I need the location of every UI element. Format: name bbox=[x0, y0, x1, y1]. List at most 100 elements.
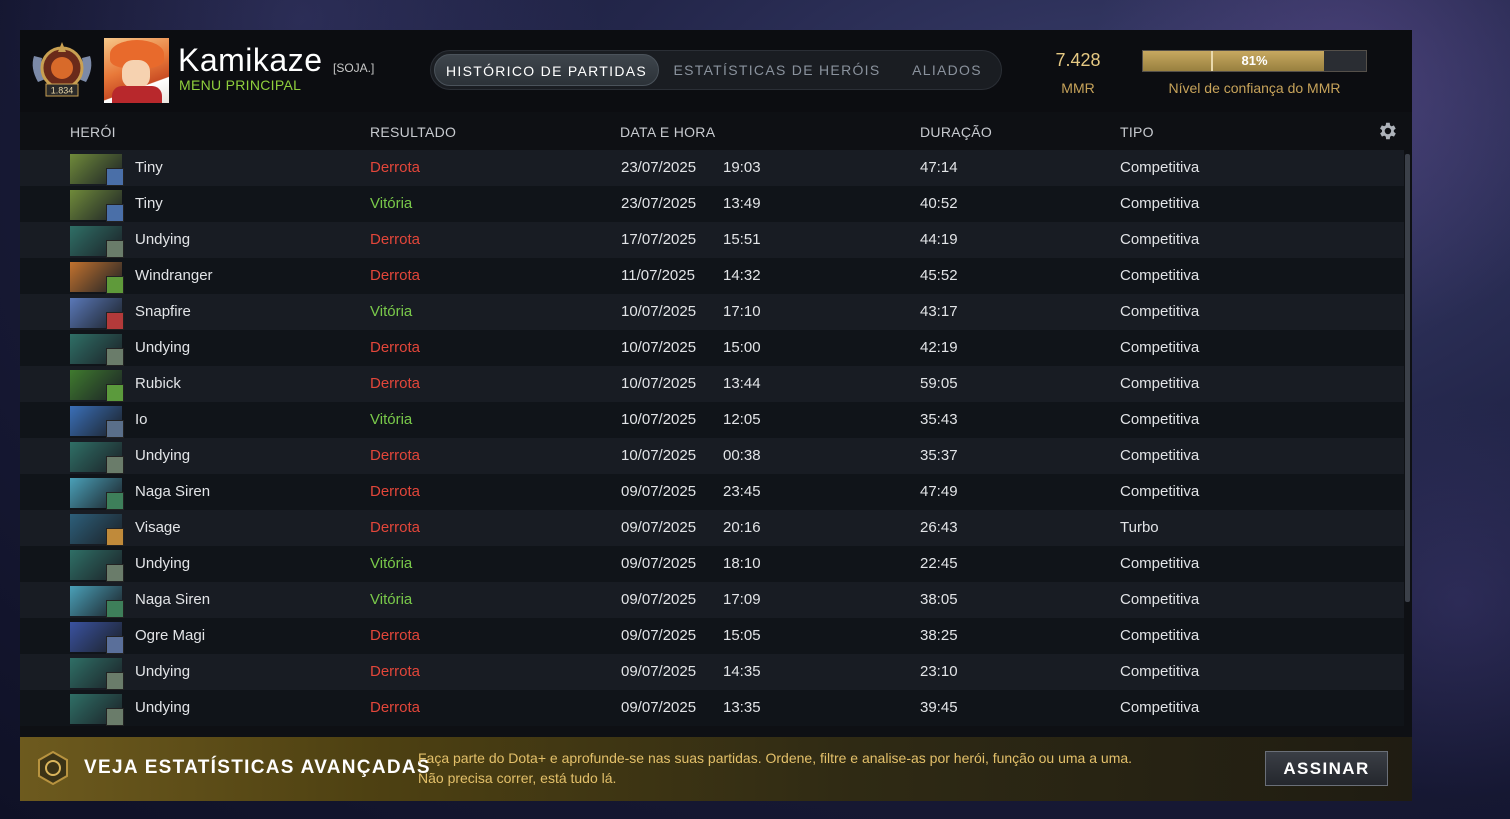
hero-portrait bbox=[70, 550, 124, 582]
tab-hero-stats[interactable]: ESTATÍSTICAS DE HERÓIS bbox=[671, 54, 883, 86]
hero-role-icon bbox=[106, 600, 124, 618]
match-row[interactable]: Undying Vitória 09/07/2025 18:10 22:45 Compet… bbox=[20, 546, 1404, 582]
match-time: 12:05 bbox=[723, 411, 761, 428]
hero-name: Rubick bbox=[135, 375, 181, 392]
hero-portrait bbox=[70, 334, 124, 366]
match-row[interactable]: Undying Derrota 10/07/2025 15:00 42:19 Compet… bbox=[20, 330, 1404, 366]
confidence-percent: 81% bbox=[1241, 53, 1268, 68]
match-row[interactable]: Tiny Vitória 23/07/2025 13:49 40:52 Competiti… bbox=[20, 186, 1404, 222]
match-type: Competitiva bbox=[1120, 663, 1200, 680]
dota-plus-icon bbox=[38, 751, 68, 785]
subscribe-button[interactable]: ASSINAR bbox=[1265, 751, 1388, 786]
match-list: Tiny Derrota 23/07/2025 19:03 47:14 Competiti… bbox=[20, 150, 1412, 736]
match-result: Vitória bbox=[370, 591, 413, 608]
match-row[interactable]: Visage Derrota 09/07/2025 20:16 26:43 Turbo bbox=[20, 510, 1404, 546]
match-time: 14:35 bbox=[723, 663, 761, 680]
match-duration: 43:17 bbox=[920, 303, 958, 320]
hero-role-icon bbox=[106, 168, 124, 186]
match-result: Derrota bbox=[370, 627, 421, 644]
hero-role-icon bbox=[106, 672, 124, 690]
match-duration: 35:37 bbox=[920, 447, 958, 464]
hero-portrait bbox=[70, 298, 124, 330]
scrollbar[interactable] bbox=[1405, 154, 1410, 602]
match-row[interactable]: Undying Derrota 10/07/2025 00:38 35:37 Compet… bbox=[20, 438, 1404, 474]
avatar[interactable] bbox=[104, 38, 169, 103]
match-date: 09/07/2025 bbox=[621, 663, 697, 680]
tab-match-history[interactable]: HISTÓRICO DE PARTIDAS bbox=[434, 54, 659, 86]
mmr-label: MMR bbox=[1061, 80, 1095, 96]
match-type: Turbo bbox=[1120, 519, 1159, 536]
hero-role-icon bbox=[106, 636, 124, 654]
match-date: 09/07/2025 bbox=[621, 699, 697, 716]
match-date: 09/07/2025 bbox=[621, 555, 697, 572]
match-date: 10/07/2025 bbox=[621, 411, 697, 428]
match-row[interactable]: Naga Siren Vitória 09/07/2025 17:09 38:05 Com… bbox=[20, 582, 1404, 618]
match-duration: 35:43 bbox=[920, 411, 958, 428]
match-row[interactable]: Undying Derrota 09/07/2025 13:35 39:45 Compet… bbox=[20, 690, 1404, 726]
match-date: 09/07/2025 bbox=[621, 519, 697, 536]
hero-portrait bbox=[70, 262, 124, 294]
hero-name: Windranger bbox=[135, 267, 213, 284]
gear-icon[interactable] bbox=[1376, 120, 1398, 142]
match-type: Competitiva bbox=[1120, 627, 1200, 644]
profile-header: 1.834 Kamikaze [SOJA.] MENU PRINCIPAL HI… bbox=[20, 30, 1412, 112]
match-result: Derrota bbox=[370, 231, 421, 248]
match-row[interactable]: Undying Derrota 17/07/2025 15:51 44:19 Compet… bbox=[20, 222, 1404, 258]
match-time: 20:16 bbox=[723, 519, 761, 536]
match-row[interactable]: Windranger Derrota 11/07/2025 14:32 45:52 Com… bbox=[20, 258, 1404, 294]
match-row[interactable]: Naga Siren Derrota 09/07/2025 23:45 47:49 Com… bbox=[20, 474, 1404, 510]
match-time: 15:05 bbox=[723, 627, 761, 644]
match-duration: 23:10 bbox=[920, 663, 958, 680]
hero-name: Undying bbox=[135, 447, 191, 464]
hero-name: Undying bbox=[135, 231, 191, 248]
column-type[interactable]: TIPO bbox=[1120, 124, 1154, 140]
player-name: Kamikaze bbox=[178, 42, 323, 78]
match-duration: 45:52 bbox=[920, 267, 958, 284]
match-type: Competitiva bbox=[1120, 339, 1200, 356]
match-date: 10/07/2025 bbox=[621, 375, 697, 392]
column-datetime[interactable]: DATA E HORA bbox=[620, 124, 715, 140]
match-duration: 38:25 bbox=[920, 627, 958, 644]
match-date: 09/07/2025 bbox=[621, 627, 697, 644]
column-hero[interactable]: HERÓI bbox=[70, 124, 116, 140]
column-result[interactable]: RESULTADO bbox=[370, 124, 456, 140]
match-result: Derrota bbox=[370, 519, 421, 536]
hero-name: Naga Siren bbox=[135, 483, 211, 500]
match-type: Competitiva bbox=[1120, 375, 1200, 392]
match-row[interactable]: Rubick Derrota 10/07/2025 13:44 59:05 Competi… bbox=[20, 366, 1404, 402]
hero-portrait bbox=[70, 370, 124, 402]
match-time: 13:44 bbox=[723, 375, 761, 392]
match-time: 17:10 bbox=[723, 303, 761, 320]
match-result: Vitória bbox=[370, 411, 413, 428]
hero-name: Io bbox=[135, 411, 148, 428]
match-time: 13:35 bbox=[723, 699, 761, 716]
match-type: Competitiva bbox=[1120, 447, 1200, 464]
hero-name: Undying bbox=[135, 663, 191, 680]
match-row[interactable]: Snapfire Vitória 10/07/2025 17:10 43:17 Compe… bbox=[20, 294, 1404, 330]
hero-name: Undying bbox=[135, 339, 191, 356]
hero-role-icon bbox=[106, 708, 124, 726]
match-type: Competitiva bbox=[1120, 231, 1200, 248]
hero-portrait bbox=[70, 226, 124, 258]
match-result: Derrota bbox=[370, 447, 421, 464]
hero-portrait bbox=[70, 478, 124, 510]
match-time: 14:32 bbox=[723, 267, 761, 284]
match-time: 15:00 bbox=[723, 339, 761, 356]
match-row[interactable]: Io Vitória 10/07/2025 12:05 35:43 Competitiva bbox=[20, 402, 1404, 438]
column-duration[interactable]: DURAÇÃO bbox=[920, 124, 992, 140]
confidence-label: Nível de confiança do MMR bbox=[1168, 80, 1341, 96]
match-result: Vitória bbox=[370, 555, 413, 572]
match-type: Competitiva bbox=[1120, 591, 1200, 608]
match-row[interactable]: Undying Derrota 09/07/2025 14:35 23:10 Compet… bbox=[20, 654, 1404, 690]
match-row[interactable]: Ogre Magi Derrota 09/07/2025 15:05 38:25 Comp… bbox=[20, 618, 1404, 654]
match-row[interactable]: Tiny Derrota 23/07/2025 19:03 47:14 Competiti… bbox=[20, 150, 1404, 186]
hero-role-icon bbox=[106, 456, 124, 474]
hero-portrait bbox=[70, 658, 124, 690]
main-menu-link[interactable]: MENU PRINCIPAL bbox=[179, 77, 301, 93]
promo-text-line2: Não precisa correr, está tudo lá. bbox=[418, 770, 617, 786]
match-duration: 22:45 bbox=[920, 555, 958, 572]
tab-allies[interactable]: ALIADOS bbox=[897, 54, 997, 86]
hero-name: Visage bbox=[135, 519, 181, 536]
match-date: 11/07/2025 bbox=[621, 267, 695, 284]
match-time: 23:45 bbox=[723, 483, 761, 500]
